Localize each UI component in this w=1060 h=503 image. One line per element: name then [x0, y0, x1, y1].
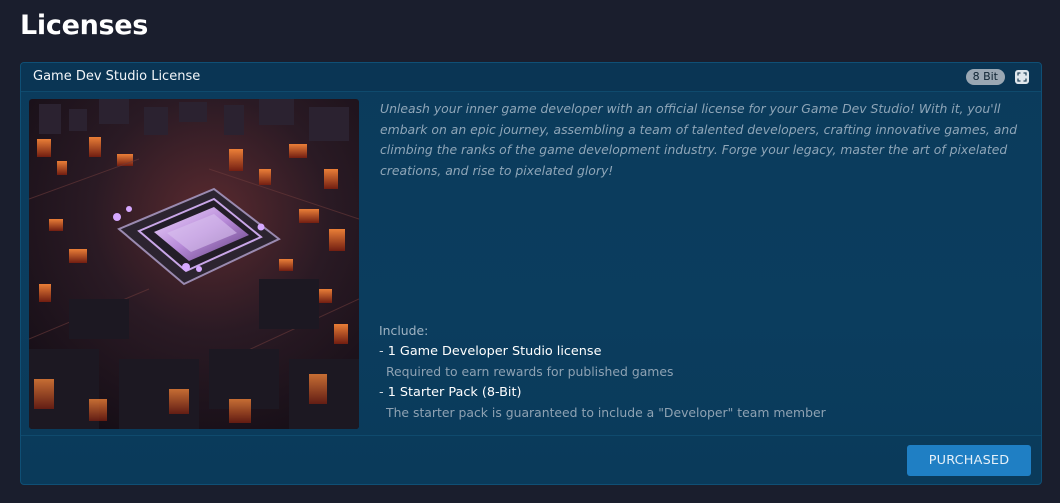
include-item-dash: -: [379, 385, 388, 400]
circuit-board-chip-image: [29, 99, 359, 429]
expand-icon[interactable]: [1015, 70, 1029, 84]
license-card: Game Dev Studio License 8 Bit Unleash yo…: [20, 62, 1042, 485]
include-item-dash: -: [379, 344, 388, 359]
include-item: - 1 Starter Pack (8-Bit) The starter pac…: [379, 385, 1039, 421]
include-item-description: The starter pack is guaranteed to includ…: [386, 405, 826, 420]
card-header: Game Dev Studio License 8 Bit: [21, 63, 1041, 92]
include-item-title: - 1 Starter Pack (8-Bit): [379, 385, 1039, 401]
purchased-button[interactable]: PURCHASED: [907, 445, 1031, 476]
card-footer: PURCHASED: [21, 435, 1041, 484]
include-item: - 1 Game Developer Studio license Requir…: [379, 344, 1039, 380]
include-item-name: 1 Game Developer Studio license: [387, 344, 602, 359]
include-item-title: - 1 Game Developer Studio license: [379, 344, 1039, 360]
include-label: Include:: [379, 323, 429, 338]
page-title: Licenses: [20, 10, 149, 41]
card-title: Game Dev Studio License: [33, 69, 201, 84]
include-section: Include: - 1 Game Developer Studio licen…: [379, 323, 1039, 421]
tier-badge: 8 Bit: [965, 69, 1005, 85]
include-item-description: Required to earn rewards for published g…: [386, 364, 674, 379]
license-description: Unleash your inner game developer with a…: [380, 101, 1018, 178]
include-item-name: 1 Starter Pack (8-Bit): [387, 385, 522, 400]
